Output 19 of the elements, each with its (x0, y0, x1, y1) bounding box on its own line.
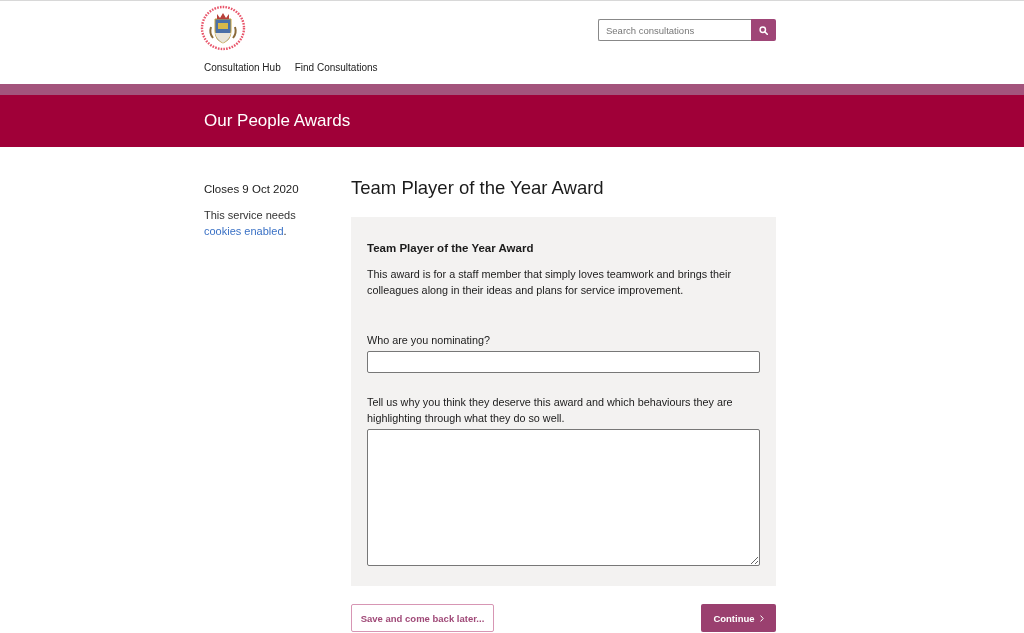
crest-logo-icon[interactable] (200, 5, 246, 51)
field-label: Who are you nominating? (367, 333, 491, 348)
search-field[interactable]: Search consultations (598, 19, 751, 41)
save-button[interactable]: Save and come back later... (351, 604, 494, 632)
input-field[interactable] (367, 351, 760, 373)
nav-link[interactable]: Consultation Hub (204, 62, 281, 73)
search-button[interactable] (751, 19, 776, 41)
page-title: Team Player of the Year Award (351, 177, 604, 199)
continue-button[interactable]: Continue (701, 604, 776, 632)
question-description: This award is for a staff member that simply loves teamwork and brings their colleagues along in their ideas and plans for service improvement. (367, 267, 733, 298)
field-label: Tell us why you think they deserve this award and which behaviours they are highlighting through what they do so well. (367, 395, 734, 426)
cookie-notice: This service needs cookies enabled. (204, 208, 297, 239)
cookies-link[interactable]: cookies enabled (204, 225, 284, 237)
question-heading: Team Player of the Year Award (367, 242, 534, 254)
banner-title: Our People Awards (204, 111, 351, 131)
search-icon (759, 25, 768, 35)
chevron-right-icon (759, 614, 764, 622)
nav-link[interactable]: Find Consultations (294, 62, 378, 73)
closing-date: Closes 9 Oct 2020 (204, 183, 299, 195)
